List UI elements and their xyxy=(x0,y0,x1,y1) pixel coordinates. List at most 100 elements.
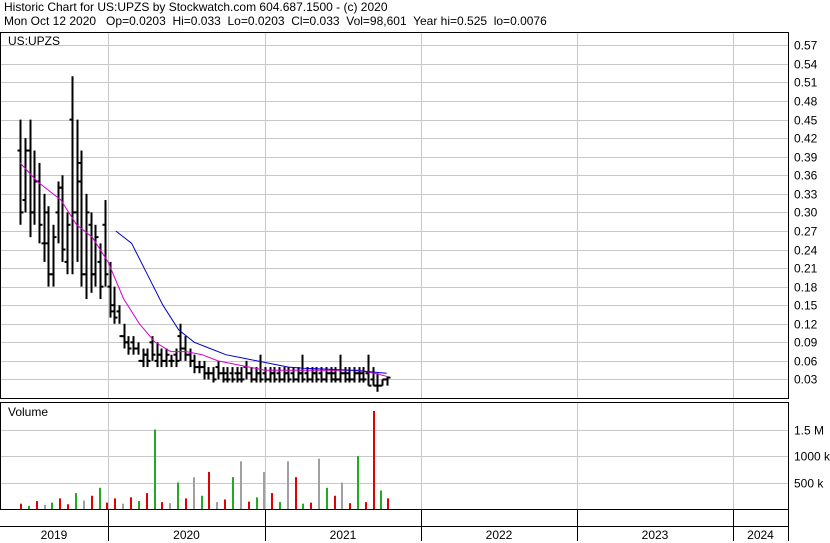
volume-bar xyxy=(146,493,148,509)
price-bar xyxy=(74,119,81,262)
volume-bar xyxy=(51,502,53,509)
price-bar xyxy=(31,150,38,225)
volume-bar xyxy=(20,503,22,509)
volume-bar xyxy=(224,499,226,509)
x-tick-label: 2022 xyxy=(486,528,513,542)
volume-bar xyxy=(122,503,124,509)
volume-bar xyxy=(349,503,351,509)
price-bar xyxy=(41,193,48,262)
price-bar xyxy=(59,175,66,262)
price-y-tick-label: 0.51 xyxy=(794,76,818,90)
volume-bar xyxy=(365,502,367,509)
price-bar xyxy=(285,367,292,383)
price-y-tick-label: 0.57 xyxy=(794,39,818,53)
price-y-tick-label: 0.09 xyxy=(794,336,818,350)
price-y-tick-label: 0.54 xyxy=(794,58,818,72)
price-bar xyxy=(97,243,104,300)
price-bar xyxy=(267,367,274,383)
volume-bar xyxy=(59,498,61,509)
price-bar xyxy=(191,354,198,374)
x-tick-label: 2020 xyxy=(173,528,200,542)
volume-bar xyxy=(83,500,85,509)
price-bar xyxy=(78,150,85,287)
price-y-tick-label: 0.48 xyxy=(794,95,818,109)
volume-bar xyxy=(271,493,273,509)
price-panel-title: US:UPZS xyxy=(8,34,60,48)
volume-bar xyxy=(240,461,242,509)
price-bar xyxy=(102,200,109,287)
moving-average-long-line xyxy=(115,230,387,374)
price-bar xyxy=(374,373,381,392)
volume-bar xyxy=(161,502,163,509)
price-bar xyxy=(158,348,165,368)
price-bar xyxy=(27,119,34,238)
price-y-tick-label: 0.39 xyxy=(794,151,818,165)
price-bar xyxy=(144,348,151,368)
price-bar xyxy=(220,367,227,383)
volume-bar xyxy=(387,498,389,509)
volume-bar xyxy=(177,482,179,509)
price-bar xyxy=(121,323,128,349)
volume-bar xyxy=(44,504,46,509)
price-bar xyxy=(17,119,24,225)
volume-bar xyxy=(263,471,265,509)
price-bar xyxy=(356,367,363,383)
price-bar xyxy=(313,367,320,383)
volume-bar xyxy=(310,502,312,509)
volume-bar xyxy=(75,493,77,509)
volume-y-tick-label: 1.5 M xyxy=(794,424,824,438)
volume-bar xyxy=(28,505,30,509)
price-bar xyxy=(187,348,194,368)
volume-bar xyxy=(36,501,38,509)
price-y-tick-label: 0.42 xyxy=(794,132,818,146)
volume-bar xyxy=(138,501,140,509)
price-bar xyxy=(281,367,288,383)
price-bar xyxy=(116,305,123,338)
volume-bar xyxy=(302,503,304,509)
volume-bar xyxy=(334,495,336,509)
volume-bar xyxy=(295,477,297,509)
price-y-tick-label: 0.06 xyxy=(794,355,818,369)
price-y-tick-label: 0.21 xyxy=(794,262,818,276)
volume-bar xyxy=(201,495,203,509)
price-y-tick-label: 0.30 xyxy=(794,206,818,220)
volume-bar xyxy=(216,502,218,509)
price-bar xyxy=(201,360,208,380)
volume-bars xyxy=(20,410,389,509)
price-bar xyxy=(243,360,250,380)
price-bar xyxy=(215,360,222,380)
price-bar xyxy=(309,367,316,383)
price-bar xyxy=(125,336,132,355)
price-y-tick-label: 0.24 xyxy=(794,244,818,258)
price-bar xyxy=(163,348,170,368)
price-bar xyxy=(351,367,358,383)
volume-bar xyxy=(67,504,69,509)
x-tick-label: 2019 xyxy=(41,528,68,542)
price-bar xyxy=(210,367,217,383)
price-y-tick-label: 0.15 xyxy=(794,299,818,313)
volume-bar xyxy=(341,482,343,509)
price-bar xyxy=(295,367,302,383)
volume-bar xyxy=(373,410,375,509)
volume-bar xyxy=(193,477,195,509)
price-y-tick-label: 0.18 xyxy=(794,281,818,295)
price-bar xyxy=(168,354,175,368)
price-panel-frame xyxy=(0,32,789,399)
price-bar xyxy=(384,376,391,386)
volume-bar xyxy=(130,497,132,509)
volume-bar xyxy=(154,429,156,509)
volume-bar xyxy=(256,497,258,509)
price-grid xyxy=(1,33,788,398)
volume-bar xyxy=(169,503,171,509)
price-bar xyxy=(140,348,147,368)
price-bar xyxy=(64,212,71,275)
price-bar xyxy=(130,336,137,355)
price-bar xyxy=(50,224,57,287)
price-bar xyxy=(182,336,189,361)
volume-bar xyxy=(318,458,320,509)
volume-bar xyxy=(380,490,382,509)
volume-bar xyxy=(185,498,187,509)
price-bar xyxy=(135,342,142,362)
volume-bar xyxy=(248,501,250,509)
price-bar xyxy=(365,354,372,387)
